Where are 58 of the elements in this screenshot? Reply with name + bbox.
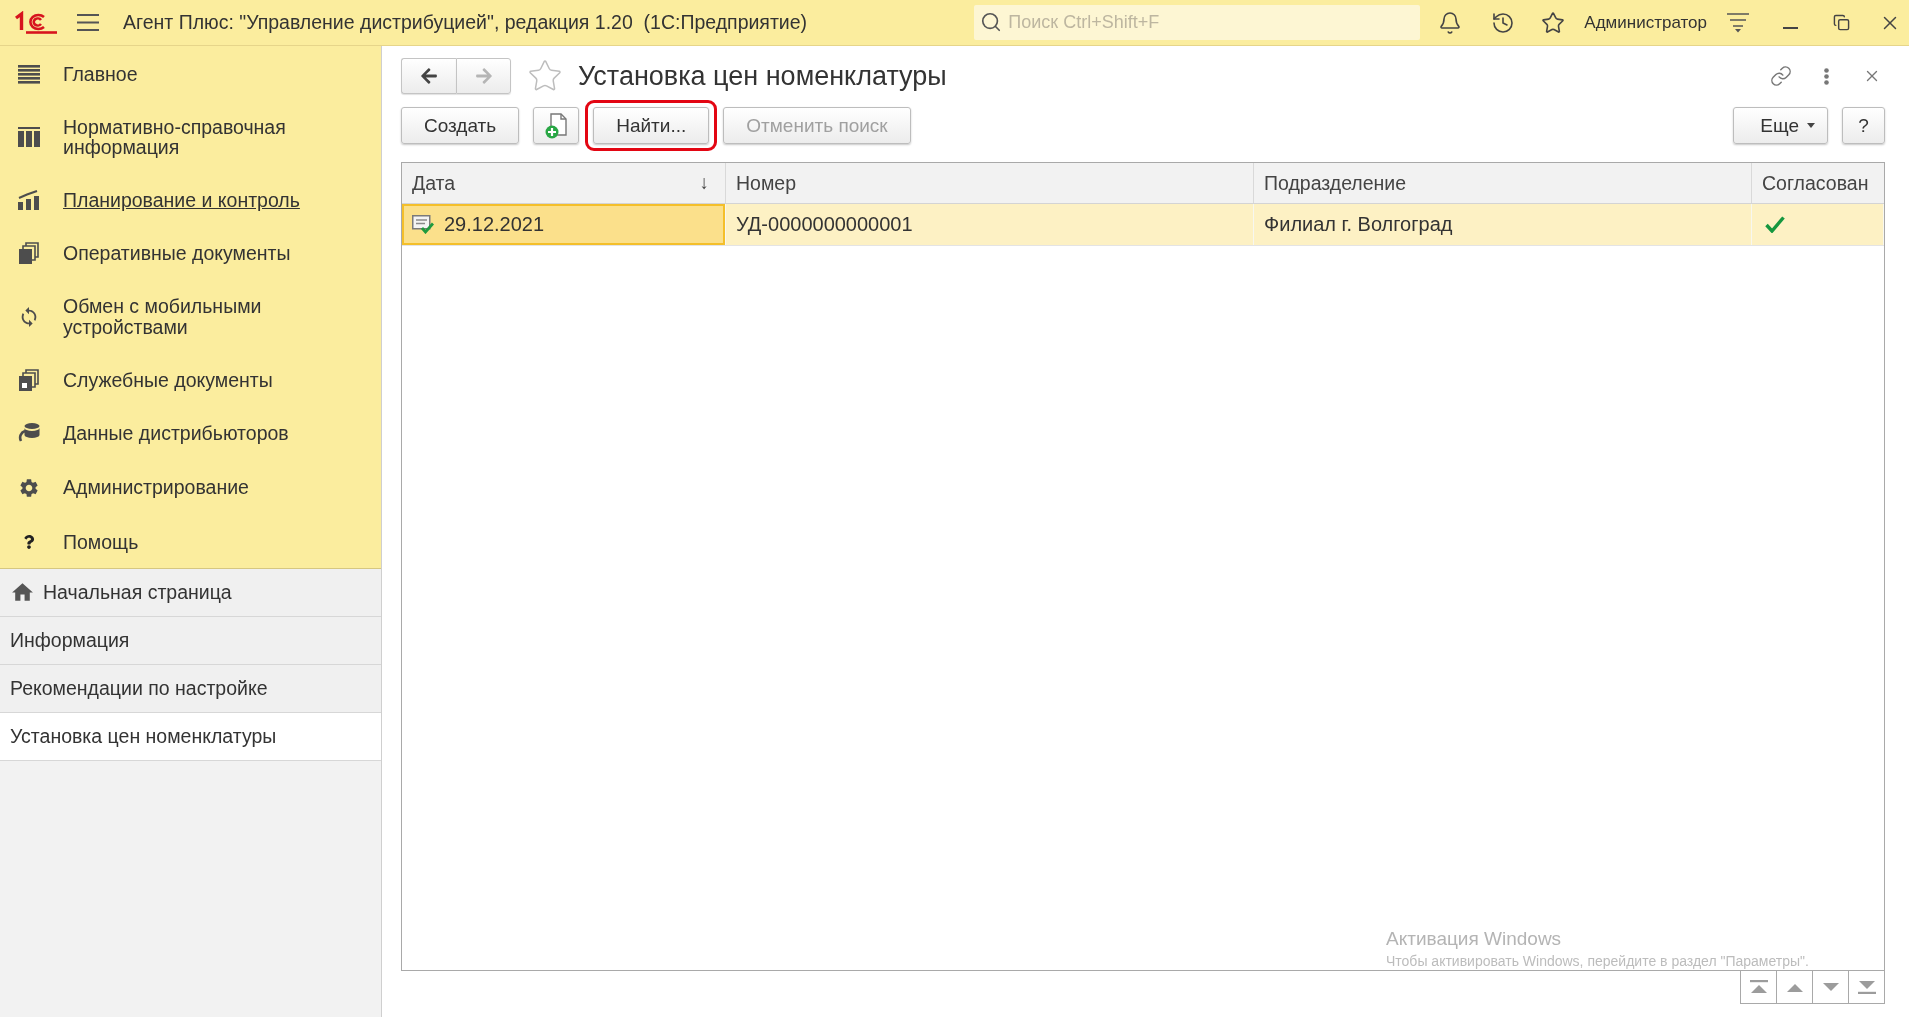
section-item[interactable]: Администрирование: [0, 459, 381, 516]
date-text: 29.12.2021: [444, 213, 545, 236]
database-icon: [18, 423, 40, 444]
toolbar-button[interactable]: Создать: [401, 107, 520, 144]
caret-icon: [1807, 123, 1815, 128]
activation-text: Чтобы активировать Windows, перейдите в раздел "Параметры".: [1386, 953, 1809, 969]
triangle-up-icon: [1785, 982, 1804, 992]
section-item[interactable]: Помощь: [0, 515, 381, 568]
documents-icon: [19, 369, 39, 391]
form-title: Установка цен номенклатуры: [578, 60, 947, 92]
open-window-tab[interactable]: Установка цен номенклатуры: [0, 713, 381, 761]
scroll-bottom-button[interactable]: [1848, 970, 1885, 1004]
section-item[interactable]: Данные дистрибьюторов: [0, 407, 381, 460]
activation-title: Активация Windows: [1386, 928, 1563, 950]
column-header[interactable]: Дата ↓: [402, 163, 726, 203]
documents-icon: [19, 242, 39, 264]
section-item[interactable]: Нормативно-справочная информация: [0, 100, 381, 174]
search-field[interactable]: Поиск Ctrl+Shift+F: [974, 5, 1421, 40]
toolbar-button[interactable]: Найти...: [593, 107, 710, 144]
section-item[interactable]: Планирование и контроль: [0, 173, 381, 226]
section-item[interactable]: Главное: [0, 48, 381, 101]
bell-icon: [1438, 10, 1463, 35]
back-button[interactable]: [401, 58, 456, 94]
table-row[interactable]: 29.12.2021 УД-0000000000001 Филиал г. Волгоград: [402, 204, 1884, 246]
more-icon: [1823, 67, 1829, 85]
more-menu-button[interactable]: Еще: [1733, 107, 1828, 144]
bar-chart-icon: [18, 189, 40, 210]
arrow-right-icon: [474, 67, 493, 85]
menu-icon: [77, 14, 99, 31]
help-icon: [22, 534, 36, 549]
search-icon: [980, 11, 1003, 33]
list-icon: [18, 64, 40, 84]
section-item[interactable]: Оперативные документы: [0, 226, 381, 280]
triangle-down-bar-icon: [1857, 980, 1876, 994]
minimize-icon: [1782, 26, 1798, 29]
arrow-left-icon: [420, 67, 438, 85]
section-item[interactable]: Обмен с мобильными устройствами: [0, 280, 381, 353]
triangle-down-icon: [1821, 982, 1840, 992]
star-icon: [1541, 10, 1566, 35]
column-header[interactable]: Номер: [726, 163, 1254, 203]
logo-icon: [14, 10, 58, 35]
history-icon: [1491, 10, 1516, 35]
document-plus-icon: [545, 112, 568, 139]
scroll-top-button[interactable]: [1740, 970, 1777, 1004]
add-copy-button[interactable]: [533, 107, 580, 144]
link-icon: [1770, 65, 1792, 87]
app-title: Агент Плюс: "Управление дистрибуцией", редакция 1.20 (1С:Предприятие): [123, 11, 808, 34]
lines-dropdown-icon: [1727, 12, 1749, 33]
section-item[interactable]: Служебные документы: [0, 353, 381, 407]
column-header[interactable]: Согласован: [1752, 163, 1884, 203]
table-cell: УД-0000000000001: [726, 204, 1254, 245]
help-button[interactable]: ?: [1842, 107, 1885, 144]
user-name[interactable]: Администратор: [1584, 12, 1707, 33]
restore-icon: [1832, 14, 1850, 31]
bar-triangle-up-icon: [1749, 980, 1768, 994]
columns-icon: [18, 127, 40, 147]
table-cell: Филиал г. Волгоград: [1254, 204, 1752, 245]
column-header[interactable]: Подразделение: [1254, 163, 1752, 203]
